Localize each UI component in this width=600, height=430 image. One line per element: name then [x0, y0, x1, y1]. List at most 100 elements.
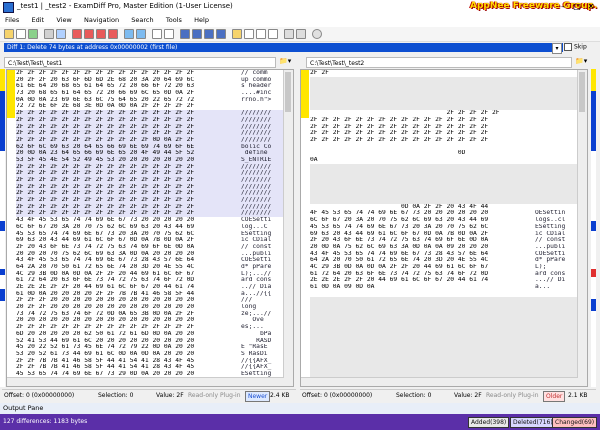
close-icon[interactable]: ✕	[584, 1, 598, 13]
hex-row[interactable]: 2F 2F 2F 2F 2F 2F 2F 2F 2F 2F 2F 2F 2F 2…	[16, 324, 283, 331]
hex-row[interactable]	[310, 291, 577, 298]
highlight-icon[interactable]	[232, 29, 242, 39]
left-hex-pane[interactable]: 2F 2F 2F 2F 2F 2F 2F 2F 2F 2F 2F 2F 2F 2…	[6, 69, 294, 387]
refresh-icon[interactable]	[296, 29, 306, 39]
hex-row[interactable]	[310, 304, 577, 311]
left-diff-overview[interactable]	[0, 69, 5, 387]
deleted-count-badge[interactable]: Deleted(716)	[510, 417, 556, 428]
hex-row[interactable]	[310, 337, 577, 345]
hex-row[interactable]: 2F 2F 2F 2F 2F 2F 2F 2F 2F 2F 2F 2F 2F 2…	[16, 177, 283, 184]
hex-row[interactable]	[310, 344, 577, 351]
hex-row[interactable]	[310, 297, 577, 305]
hex-row[interactable]: 2E 2E 2E 2F 2F 20 44 69 61 6C 6F 67 20 4…	[16, 284, 283, 291]
menu-navigation[interactable]: Navigation	[79, 14, 124, 26]
hex-row[interactable]: 2F 2F 2F 2F 2F 2F 2F 2F 2F 2F 2F 2F 2F 2…	[16, 70, 283, 77]
hex-row[interactable]: 69 63 20 43 44 69 61 6C 6F 67 0D 0A 7B 0…	[16, 237, 283, 244]
hex-row[interactable]: 20 20 20 20 20 20 20 20 20 20 20 20 20 2…	[16, 317, 283, 324]
hex-row[interactable]: 0D 0A 2F 2F 20 43 4F 44	[310, 204, 577, 211]
hex-row[interactable]: 2F 2F 2F 2F 2F 2F 2F 2F 2F 2F 2F 2F 2F 2…	[16, 183, 283, 191]
copy-icon[interactable]	[56, 29, 66, 39]
split-icon[interactable]	[256, 29, 266, 39]
hex-row[interactable]: 0D	[310, 150, 577, 157]
left-scroll-thumb[interactable]	[285, 72, 291, 112]
left-open-folder-icon[interactable]: 📁	[279, 57, 288, 65]
hex-row[interactable]: 2F 2F	[310, 70, 577, 77]
hex-row[interactable]: 6D 20 20 20 20 20 62 50 61 72 61 6D 0D 0…	[16, 331, 283, 338]
hex-row[interactable]	[310, 163, 577, 171]
hex-row[interactable]: 2F 2F 2F 2F 2F	[310, 110, 577, 117]
hex-row[interactable]: 61 0D 0A 09 0D 0A a...	[310, 284, 577, 291]
left-menu-chevron-icon[interactable]: ▾	[288, 57, 292, 65]
open-folder-icon[interactable]	[4, 29, 14, 39]
prev-diff-icon[interactable]	[84, 29, 94, 39]
hex-row[interactable]: 45 53 65 74 74 69 6E 67 73 20 3A 20 70 7…	[310, 224, 577, 231]
hex-row[interactable]	[310, 364, 577, 371]
hex-row[interactable]: 61 6E 64 20 68 65 61 64 65 72 20 66 6F 7…	[16, 83, 283, 90]
hex-row[interactable]: 43 4F 45 53 65 74 74 69 6E 67 73 20 20 2…	[16, 217, 283, 224]
menu-view[interactable]: View	[51, 14, 76, 26]
right-hex-pane[interactable]: 2F 2F 2F 2F 2F 2F 2F 2F 2F 2F 2F 2F 2F 2F…	[300, 69, 588, 387]
open-file-icon[interactable]	[16, 29, 26, 39]
output-pane-header[interactable]: Output Pane	[0, 403, 600, 414]
hex-row[interactable]: 73 74 72 75 63 74 6F 72 0D 0A 65 3B 0D 0…	[16, 311, 283, 318]
hex-row[interactable]: 53 20 52 61 73 44 69 61 6C 0D 0A 0D 0A 2…	[16, 351, 283, 358]
hex-row[interactable]: 2F 2F 2F 2F 2F 2F 2F 2F 2F 2F 2F 2F 2F 2…	[310, 137, 577, 144]
hex-row[interactable]	[310, 183, 577, 191]
minimize-icon[interactable]: –	[556, 1, 570, 13]
hex-row[interactable]: 0A	[310, 157, 577, 164]
hex-row[interactable]	[310, 103, 577, 111]
hex-row[interactable]: 6C 6F 67 20 3A 20 70 75 62 6C 69 63 20 4…	[16, 224, 283, 231]
hex-row[interactable]	[310, 324, 577, 331]
sync-icon[interactable]	[284, 29, 294, 39]
filter-icon[interactable]	[180, 29, 190, 39]
left-path-field[interactable]: C:\Test\Test\_test1	[4, 57, 276, 68]
right-menu-chevron-icon[interactable]: ▾	[584, 57, 588, 65]
hex-row[interactable]: 20 20 20 70 75 62 6C 69 63 3A 0D 0A 20 2…	[16, 251, 283, 258]
right-diff-overview[interactable]	[591, 69, 596, 387]
hex-row[interactable]	[310, 96, 577, 104]
hex-row[interactable]: 20 2F 2F 20 63 6F 6D 6D 2E 68 20 3A 20 6…	[16, 77, 283, 84]
hex-row[interactable]: 52 41 53 44 69 61 6C 20 20 20 20 20 20 2…	[16, 338, 283, 345]
hex-row[interactable]: 2F 20 43 6F 6E 73 74 72 75 63 74 69 6F 6…	[16, 244, 283, 251]
menu-help[interactable]: Help	[189, 14, 214, 26]
hex-row[interactable]: 2F 2F 2F 2F 2F 2F 2F 2F 2F 2F 2F 2F 2F 2…	[310, 117, 577, 124]
columns-icon[interactable]	[268, 29, 278, 39]
hex-row[interactable]: 73 20 68 65 61 64 65 72 20 66 69 6C 65 0…	[16, 90, 283, 97]
hex-row[interactable]: 4F 45 53 65 74 74 69 6E 67 73 20 20 20 2…	[310, 210, 577, 217]
view-right-icon[interactable]	[164, 29, 174, 39]
skip-toggle[interactable]: Skip	[564, 43, 587, 51]
hex-row[interactable]: 2F 2F 2F 2F 2F 2F 2F 2F 2F 2F 2F 2F 2F 2…	[16, 170, 283, 177]
hex-row[interactable]: 45 20 22 52 61 73 45 6E 74 72 79 22 0D 0…	[16, 344, 283, 351]
hex-row[interactable]: 2F 2F 2F 2F 2F 2F 2F 2F 2F 2F 2F 2F 2F 2…	[16, 203, 283, 211]
changed-count-badge[interactable]: Changed(69)	[552, 417, 598, 428]
hex-row[interactable]: 69 63 20 43 44 69 61 6C 6F 67 0D 0A 7B 0…	[310, 231, 577, 238]
right-scroll-thumb[interactable]	[579, 72, 585, 112]
filter-options-icon[interactable]	[216, 29, 226, 39]
hex-row[interactable]: 62 6F 6C 69 63 20 64 65 66 69 6E 69 74 6…	[16, 143, 283, 151]
find-icon[interactable]	[124, 29, 134, 39]
hex-row[interactable]: 2E 2E 2E 2F 2F 20 44 69 61 6C 6F 67 20 4…	[310, 277, 577, 284]
hex-row[interactable]: 2F 2F 2F 2F 2F 2F 2F 2F 2F 2F 2F 2F 2F 2…	[310, 130, 577, 137]
hex-row[interactable]: 20 0D 0A 75 62 6C 69 63 3A 0D 0A 0A 09 2…	[310, 244, 577, 251]
hex-row[interactable]	[310, 330, 577, 338]
hex-row[interactable]: 2F 2F 2F 2F 2F 2F 2F 2F 2F 2F 2F 2F 2F 2…	[16, 210, 283, 218]
next-diff-icon[interactable]	[96, 29, 106, 39]
hex-row[interactable]: 72 72 6E 6F 2E 68 3E 0D 0A 0D 0A 2F 2F 2…	[16, 103, 283, 110]
added-count-badge[interactable]: Added(398)	[468, 417, 510, 428]
hex-row[interactable]: 61 72 64 20 63 6F 6E 73 74 72 75 63 74 6…	[16, 277, 283, 284]
right-open-folder-icon[interactable]: 📁	[575, 57, 584, 65]
hex-row[interactable]: 43 4F 45 53 65 74 74 69 6E 67 73 28 43 5…	[310, 251, 577, 258]
hex-row[interactable]: 4C 29 3B 0D 0A 0D 0A 2F 2F 20 44 69 61 6…	[310, 264, 577, 271]
right-horizontal-scrollbar[interactable]	[301, 377, 578, 386]
recompare-icon[interactable]	[28, 29, 38, 39]
hex-row[interactable]: 61 72 64 20 63 6F 6E 73 74 72 75 63 74 6…	[310, 271, 577, 278]
hex-row[interactable]: 43 4F 45 53 65 74 74 69 6E 67 73 28 43 5…	[16, 257, 283, 264]
filter-add-icon[interactable]	[192, 29, 202, 39]
find-next-icon[interactable]	[136, 29, 146, 39]
options-icon[interactable]	[312, 29, 322, 39]
hex-row[interactable]: 2F 2F 2F 20 20 20 20 20 20 20 20 20 20 2…	[16, 297, 283, 304]
right-vertical-scrollbar[interactable]	[577, 70, 587, 386]
hex-row[interactable]: 2F 2F 2F 2F 2F 2F 2F 2F 2F 2F 2F 2F 2F 2…	[16, 110, 283, 117]
hex-row[interactable]: 6C 6F 67 20 3A 20 70 75 62 6C 69 63 20 4…	[310, 217, 577, 224]
hex-row[interactable]: 45 53 65 74 74 69 6E 67 73 20 3A 20 70 7…	[16, 231, 283, 238]
